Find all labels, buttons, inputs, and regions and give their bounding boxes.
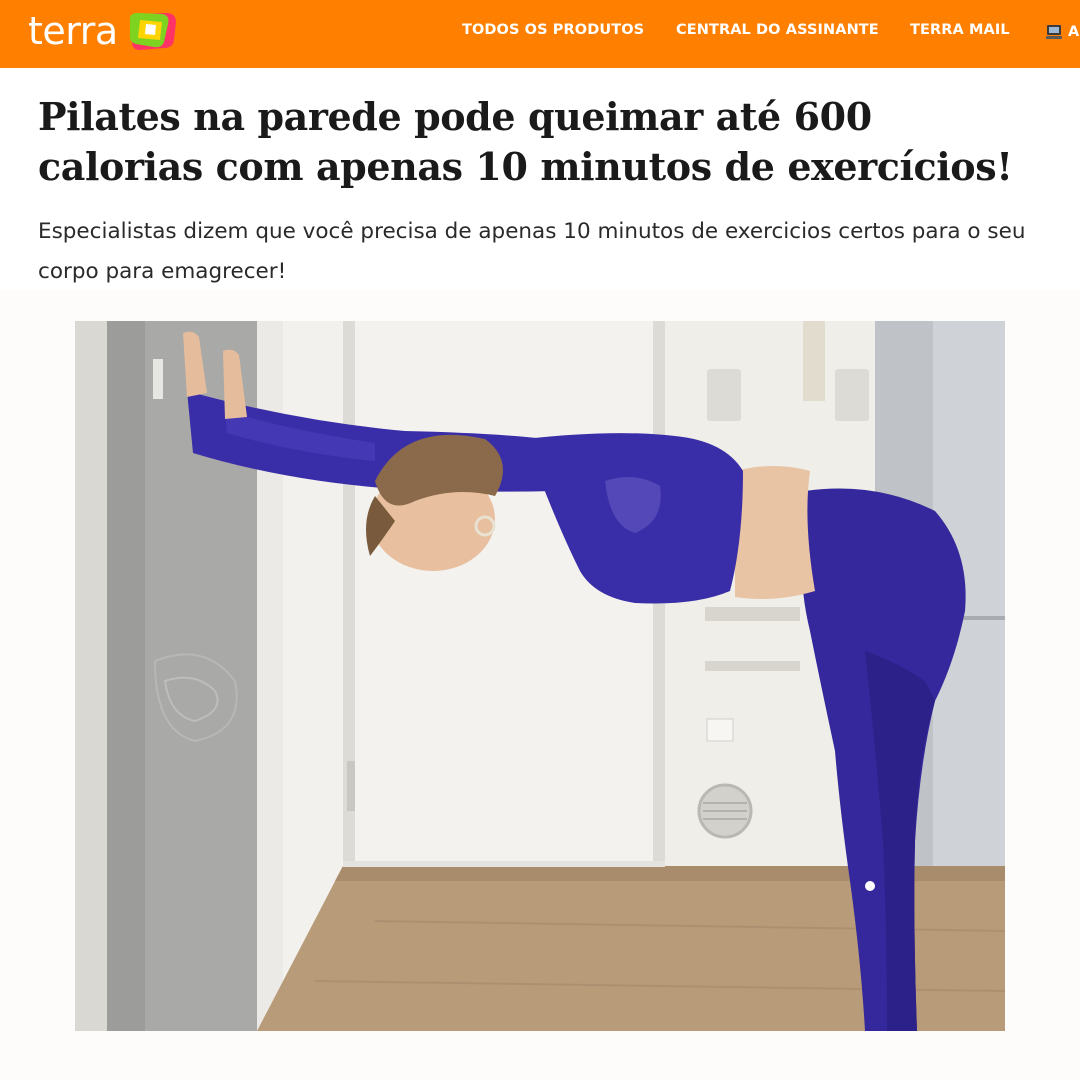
- article-header: Pilates na parede pode queimar até 600 c…: [0, 68, 1080, 290]
- nav-more-item[interactable]: A: [1044, 22, 1079, 42]
- logo-text: terra: [28, 9, 118, 53]
- article-headline: Pilates na parede pode queimar até 600 c…: [38, 94, 1013, 189]
- article-photo: [75, 321, 1005, 1031]
- nav-terra-mail[interactable]: TERRA MAIL: [910, 22, 1010, 38]
- nav-central-do-assinante[interactable]: CENTRAL DO ASSINANTE: [676, 22, 879, 38]
- nav-more-label: A: [1068, 24, 1080, 40]
- nav-todos-os-produtos[interactable]: TODOS OS PRODUTOS: [462, 22, 644, 38]
- article-subtitle: Especialistas dizem que você precisa de …: [38, 219, 1026, 284]
- terra-logo-icon: [129, 13, 176, 50]
- photo-woman-wall-stretch: [75, 321, 1005, 1031]
- computer-icon: [1046, 25, 1062, 39]
- top-navigation-bar: terra TODOS OS PRODUTOS CENTRAL DO ASSIN…: [0, 0, 1080, 68]
- terra-logo[interactable]: terra: [28, 10, 180, 52]
